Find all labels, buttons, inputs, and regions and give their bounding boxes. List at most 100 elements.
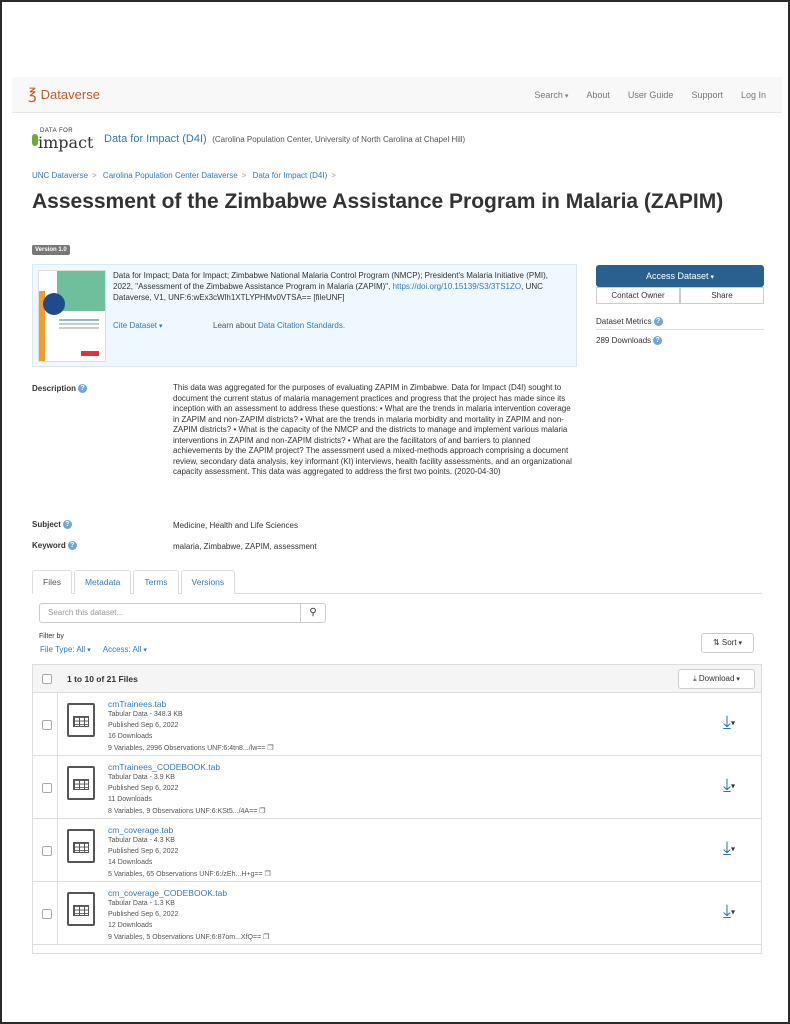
nav-links: Search ▾ About User Guide Support Log In — [534, 90, 766, 100]
copy-icon[interactable]: ❐ — [259, 808, 265, 815]
dataverse-affiliation: (Carolina Population Center, University … — [212, 135, 466, 144]
file-downloads: 14 Downloads — [108, 859, 153, 866]
row-checkbox[interactable] — [42, 846, 52, 856]
file-variables-text: 9 Variables, 2996 Observations UNF:6:4tn… — [108, 745, 266, 752]
tab-metadata[interactable]: Metadata — [73, 570, 132, 594]
download-icon: ⤓ — [723, 775, 731, 795]
caret-down-icon: ▾ — [730, 718, 735, 728]
file-download-button[interactable]: ⤓▾ — [723, 713, 735, 732]
file-download-button[interactable]: ⤓▾ — [723, 776, 735, 795]
nav-user-guide[interactable]: User Guide — [628, 90, 674, 100]
file-variables: 5 Variables, 65 Observations UNF:6:/zEh.… — [108, 870, 271, 878]
download-button[interactable]: ⤓ Download ▾ — [678, 669, 755, 689]
downloads-count: 289 Downloads — [596, 336, 652, 345]
file-count: 1 to 10 of 21 Files — [67, 674, 138, 684]
contact-owner-button[interactable]: Contact Owner — [596, 287, 680, 304]
file-variables-text: 9 Variables, 5 Observations UNF:6:87om..… — [108, 934, 262, 941]
help-icon[interactable]: ? — [653, 336, 663, 346]
dataverse-header: DATA FOR impact Data for Impact (D4I) (C… — [32, 128, 466, 152]
row-checkbox[interactable] — [42, 783, 52, 793]
file-type-size: Tabular Data - 1.3 KB — [108, 900, 175, 907]
share-button[interactable]: Share — [680, 287, 764, 304]
breadcrumb-item[interactable]: UNC Dataverse — [32, 171, 88, 180]
downloads-metric: 289 Downloads? — [596, 336, 663, 346]
file-downloads: 16 Downloads — [108, 733, 153, 740]
cite-dataset-button[interactable]: Cite Dataset ▾ — [113, 321, 163, 330]
tabular-file-icon[interactable] — [67, 766, 95, 800]
caret-down-icon: ▾ — [730, 781, 735, 791]
tabular-file-icon[interactable] — [67, 892, 95, 926]
tab-files[interactable]: Files — [32, 570, 72, 594]
tab-terms[interactable]: Terms — [133, 570, 179, 594]
dataverse-logo[interactable]: DATA FOR impact — [32, 128, 94, 152]
version-badge: Version 1.0 — [32, 245, 70, 255]
file-download-button[interactable]: ⤓▾ — [723, 902, 735, 921]
copy-icon[interactable]: ❐ — [267, 745, 273, 752]
search-button[interactable]: ⚲ — [300, 603, 326, 623]
cite-dataset-label: Cite Dataset — [113, 321, 158, 330]
file-name-link[interactable]: cm_coverage.tab — [108, 825, 173, 835]
sort-button[interactable]: ⇅ Sort ▾ — [701, 633, 754, 653]
doi-link[interactable]: https://doi.org/10.15139/S3/3TS1ZO — [393, 282, 522, 291]
access-label: Access: All — [102, 645, 142, 654]
access-dataset-button[interactable]: Access Dataset ▾ — [596, 265, 764, 287]
metrics-divider — [596, 329, 764, 330]
file-published: Published Sep 6, 2022 — [108, 848, 179, 855]
copy-icon[interactable]: ❐ — [263, 934, 269, 941]
keyword-label: Keyword? — [32, 541, 77, 551]
nav-search[interactable]: Search ▾ — [534, 90, 568, 100]
citation-text: Data for Impact; Data for Impact; Zimbab… — [113, 270, 568, 303]
dataverse-name[interactable]: Data for Impact (D4I) — [104, 133, 207, 145]
help-icon[interactable]: ? — [67, 541, 77, 551]
tab-versions[interactable]: Versions — [180, 570, 236, 594]
file-downloads: 12 Downloads — [108, 922, 153, 929]
nav-about[interactable]: About — [586, 90, 610, 100]
keyword-value: malaria, Zimbabwe, ZAPIM, assessment — [173, 542, 317, 551]
download-label: Download — [698, 674, 735, 683]
breadcrumb-separator: > — [331, 171, 336, 180]
table-row: cm_coverage_CODEBOOK.tab Tabular Data - … — [33, 882, 761, 945]
file-name-link[interactable]: cmTrainees.tab — [108, 699, 166, 709]
citation-standards-link[interactable]: Data Citation Standards. — [258, 321, 345, 330]
caret-down-icon: ▾ — [738, 640, 743, 647]
file-published: Published Sep 6, 2022 — [108, 785, 179, 792]
help-icon[interactable]: ? — [653, 317, 663, 327]
table-row: cmTrainees_CODEBOOK.tab Tabular Data - 3… — [33, 756, 761, 819]
citation-box: Data for Impact; Data for Impact; Zimbab… — [32, 264, 577, 367]
download-icon: ⤓ — [693, 674, 697, 683]
page-frame: ℥ Dataverse Search ▾ About User Guide Sup… — [0, 0, 790, 1024]
help-icon[interactable]: ? — [62, 520, 72, 530]
caret-down-icon: ▾ — [730, 907, 735, 917]
help-icon[interactable]: ? — [78, 384, 88, 394]
breadcrumb-item[interactable]: Data for Impact (D4I) — [253, 171, 328, 180]
contact-share-group: Contact Owner Share — [596, 287, 764, 304]
file-type-size: Tabular Data - 3.9 KB — [108, 774, 175, 781]
metrics-label: Dataset Metrics — [596, 317, 652, 326]
breadcrumb-item[interactable]: Carolina Population Center Dataverse — [103, 171, 238, 180]
learn-citation: Learn about Data Citation Standards. — [213, 321, 345, 330]
filter-row: File Type: All ▾ Access: All ▾ — [40, 645, 147, 654]
search-input[interactable]: Search this dataset... — [39, 603, 301, 623]
copy-icon[interactable]: ❐ — [264, 871, 270, 878]
brand-link[interactable]: ℥ Dataverse — [28, 85, 100, 103]
nav-support[interactable]: Support — [691, 90, 723, 100]
breadcrumb-separator: > — [241, 171, 247, 180]
dataverse-logo-icon: ℥ — [28, 85, 37, 103]
row-checkbox[interactable] — [42, 720, 52, 730]
file-name-link[interactable]: cmTrainees_CODEBOOK.tab — [108, 762, 220, 772]
caret-down-icon: ▾ — [143, 647, 147, 654]
row-checkbox[interactable] — [42, 909, 52, 919]
caret-down-icon: ▾ — [710, 274, 715, 281]
file-name-link[interactable]: cm_coverage_CODEBOOK.tab — [108, 888, 227, 898]
file-type-filter[interactable]: File Type: All ▾ — [40, 645, 91, 654]
select-all-checkbox[interactable] — [42, 674, 52, 684]
file-type-label: File Type: All — [40, 645, 86, 654]
description-value: This data was aggregated for the purpose… — [173, 383, 572, 476]
access-filter[interactable]: Access: All ▾ — [103, 645, 147, 654]
file-download-button[interactable]: ⤓▾ — [723, 839, 735, 858]
download-icon: ⤓ — [723, 901, 731, 921]
dataset-metrics: Dataset Metrics? — [596, 317, 663, 327]
tabular-file-icon[interactable] — [67, 829, 95, 863]
nav-login[interactable]: Log In — [741, 90, 766, 100]
tabular-file-icon[interactable] — [67, 703, 95, 737]
